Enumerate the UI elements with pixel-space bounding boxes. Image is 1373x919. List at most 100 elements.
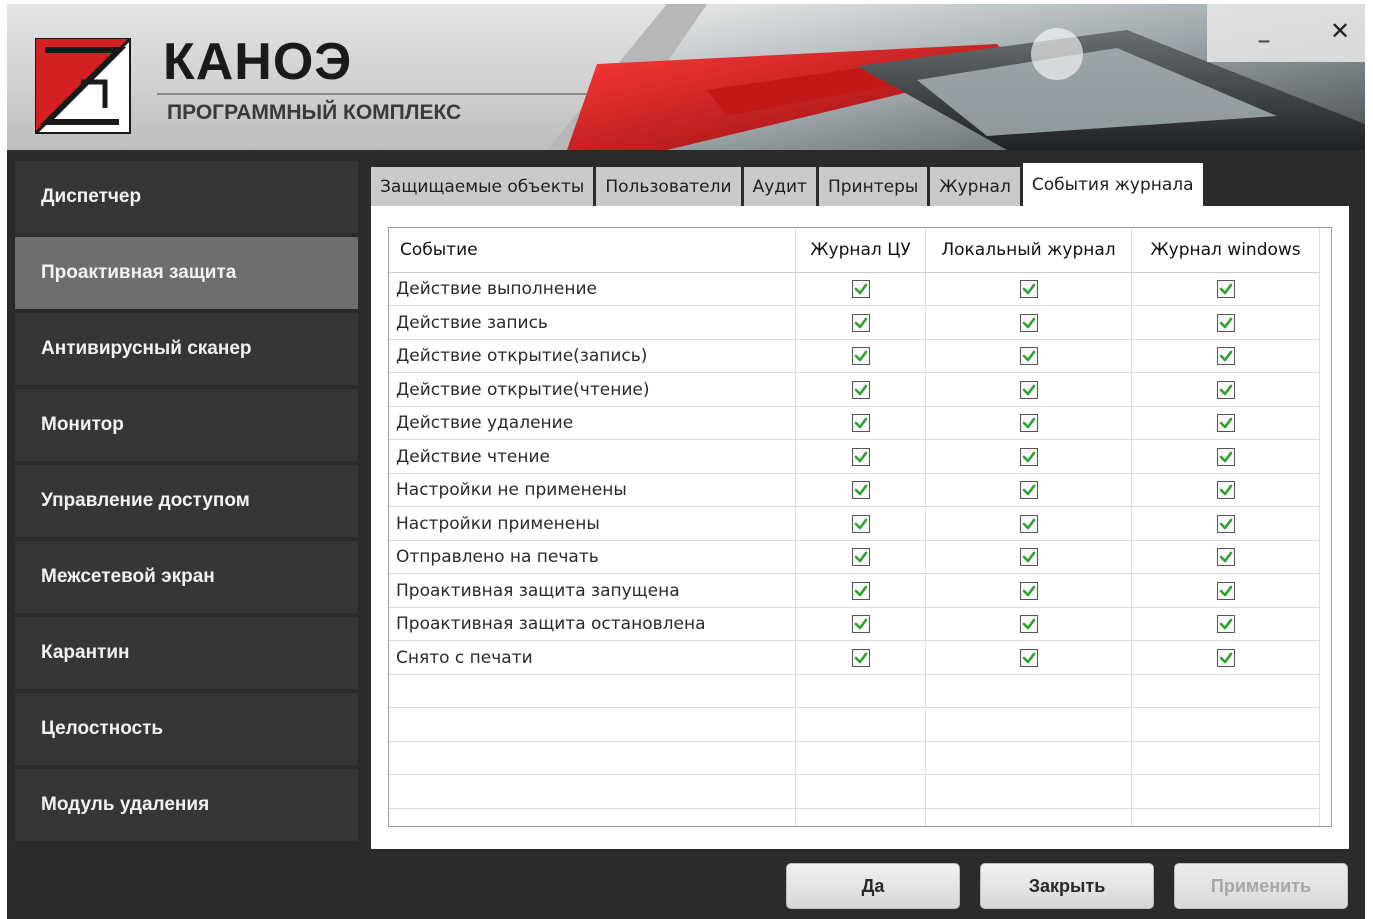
checkbox-windows-journal[interactable] xyxy=(1216,414,1235,432)
checkbox-local-journal[interactable] xyxy=(1019,548,1038,566)
apply-button[interactable]: Применить xyxy=(1174,863,1348,909)
table-row[interactable]: Настройки применены xyxy=(389,507,1320,541)
checkbox-cu-journal[interactable] xyxy=(851,447,870,466)
table-row[interactable]: Действие запись xyxy=(389,306,1320,340)
table-row[interactable]: Проактивная защита остановлена xyxy=(389,608,1320,641)
checkbox-local-journal[interactable] xyxy=(1019,347,1038,365)
checkbox-windows-journal[interactable] xyxy=(1216,481,1235,499)
event-name-cell: Действие чтение xyxy=(389,440,796,473)
table-row[interactable]: Действие выполнение xyxy=(389,273,1320,306)
column-header-cu-journal[interactable]: Журнал ЦУ xyxy=(796,228,926,272)
checkbox-cu-journal[interactable] xyxy=(851,380,870,399)
checkbox-local-journal[interactable] xyxy=(1019,380,1038,399)
checkbox-windows-journal-cell xyxy=(1132,809,1320,826)
app-subtitle: ПРОГРАММНЫЙ КОМПЛЕКС xyxy=(167,101,462,124)
checkmark-icon xyxy=(1022,651,1036,665)
tab-users[interactable]: Пользователи xyxy=(596,167,741,206)
sidebar-item-integrity[interactable]: Целостность xyxy=(15,693,358,765)
column-header-event[interactable]: Событие xyxy=(389,228,796,272)
checkbox-local-journal-cell xyxy=(926,306,1132,339)
sidebar-item-removal-module[interactable]: Модуль удаления xyxy=(15,769,358,841)
sidebar-item-access-control[interactable]: Управление доступом xyxy=(15,465,358,537)
checkbox-local-journal[interactable] xyxy=(1019,581,1038,600)
column-header-windows-journal[interactable]: Журнал windows xyxy=(1132,228,1320,272)
title-divider xyxy=(157,93,587,95)
checkbox-local-journal[interactable] xyxy=(1019,280,1038,298)
tab-protected-objects[interactable]: Защищаемые объекты xyxy=(371,167,594,206)
checkbox-cu-journal-cell xyxy=(796,809,926,826)
checkbox-local-journal-cell xyxy=(926,273,1132,305)
checkbox-cu-journal[interactable] xyxy=(851,548,870,566)
table-row[interactable]: Действие удаление xyxy=(389,407,1320,440)
checkbox-cu-journal[interactable] xyxy=(851,313,870,332)
checkbox-cu-journal-cell xyxy=(796,708,926,741)
checkbox-windows-journal[interactable] xyxy=(1216,280,1235,298)
checkbox-windows-journal-cell xyxy=(1132,340,1320,372)
event-name: Действие запись xyxy=(396,312,548,333)
checkbox-windows-journal[interactable] xyxy=(1216,648,1235,667)
checkbox-local-journal[interactable] xyxy=(1019,414,1038,432)
tab-audit[interactable]: Аудит xyxy=(743,167,816,206)
table-row[interactable]: Отправлено на печать xyxy=(389,541,1320,574)
sidebar-item-antivirus-scanner[interactable]: Антивирусный сканер xyxy=(15,313,358,385)
sidebar-item-dispatcher[interactable]: Диспетчер xyxy=(15,161,358,233)
checkbox-local-journal[interactable] xyxy=(1019,481,1038,499)
minimize-button[interactable]: _ xyxy=(1251,18,1277,44)
checkbox-windows-journal[interactable] xyxy=(1216,615,1235,633)
sidebar-item-quarantine[interactable]: Карантин xyxy=(15,617,358,689)
maximize-button[interactable] xyxy=(1290,18,1316,44)
checkbox-windows-journal-cell xyxy=(1132,708,1320,741)
checkbox-local-journal[interactable] xyxy=(1019,514,1038,533)
tab-journal-events[interactable]: События журнала xyxy=(1022,163,1203,206)
checkmark-icon xyxy=(1022,282,1036,296)
checkbox-windows-journal[interactable] xyxy=(1216,347,1235,365)
table-row[interactable]: Действие чтение xyxy=(389,440,1320,474)
checkbox-local-journal-cell xyxy=(926,708,1132,741)
checkbox-cu-journal-cell xyxy=(796,407,926,439)
checkbox-local-journal-cell xyxy=(926,742,1132,774)
checkbox-local-journal[interactable] xyxy=(1019,648,1038,667)
checkbox-windows-journal-cell xyxy=(1132,775,1320,808)
table-row[interactable]: Снято с печати xyxy=(389,641,1320,675)
event-name-cell: Снято с печати xyxy=(389,641,796,674)
checkbox-local-journal[interactable] xyxy=(1019,313,1038,332)
checkbox-local-journal-cell xyxy=(926,474,1132,506)
checkbox-cu-journal[interactable] xyxy=(851,347,870,365)
close-dialog-button[interactable]: Закрыть xyxy=(980,863,1154,909)
sidebar-item-proactive-protection[interactable]: Проактивная защита xyxy=(15,237,358,309)
table-row[interactable]: Действие открытие(чтение) xyxy=(389,373,1320,407)
table-row[interactable]: Настройки не применены xyxy=(389,474,1320,507)
checkbox-cu-journal[interactable] xyxy=(851,648,870,667)
checkbox-windows-journal[interactable] xyxy=(1216,548,1235,566)
checkbox-local-journal[interactable] xyxy=(1019,615,1038,633)
checkmark-icon xyxy=(1022,316,1036,330)
checkbox-cu-journal-cell xyxy=(796,775,926,808)
table-row[interactable]: Действие открытие(запись) xyxy=(389,340,1320,373)
sidebar-item-monitor[interactable]: Монитор xyxy=(15,389,358,461)
checkbox-windows-journal[interactable] xyxy=(1216,313,1235,332)
checkbox-cu-journal[interactable] xyxy=(851,581,870,600)
event-name-cell: Действие выполнение xyxy=(389,273,796,305)
column-header-local-journal[interactable]: Локальный журнал xyxy=(926,228,1132,272)
kanoe-logo xyxy=(35,38,131,134)
checkbox-local-journal[interactable] xyxy=(1019,447,1038,466)
tab-journal[interactable]: Журнал xyxy=(930,167,1020,206)
event-name-cell: Действие запись xyxy=(389,306,796,339)
tab-printers[interactable]: Принтеры xyxy=(818,167,928,206)
checkbox-cu-journal[interactable] xyxy=(851,481,870,499)
checkbox-windows-journal[interactable] xyxy=(1216,447,1235,466)
table-row[interactable]: Проактивная защита запущена xyxy=(389,574,1320,608)
sidebar-item-firewall[interactable]: Межсетевой экран xyxy=(15,541,358,613)
checkbox-windows-journal[interactable] xyxy=(1216,380,1235,399)
yes-button[interactable]: Да xyxy=(786,863,960,909)
checkbox-cu-journal[interactable] xyxy=(851,414,870,432)
checkbox-cu-journal[interactable] xyxy=(851,280,870,298)
checkbox-windows-journal[interactable] xyxy=(1216,581,1235,600)
close-button[interactable]: ✕ xyxy=(1327,18,1353,44)
checkbox-cu-journal[interactable] xyxy=(851,615,870,633)
checkbox-windows-journal[interactable] xyxy=(1216,514,1235,533)
tab-bar: Защищаемые объекты Пользователи Аудит Пр… xyxy=(371,163,1206,206)
checkbox-cu-journal[interactable] xyxy=(851,514,870,533)
checkmark-icon xyxy=(1219,617,1233,631)
checkbox-windows-journal-cell xyxy=(1132,306,1320,339)
